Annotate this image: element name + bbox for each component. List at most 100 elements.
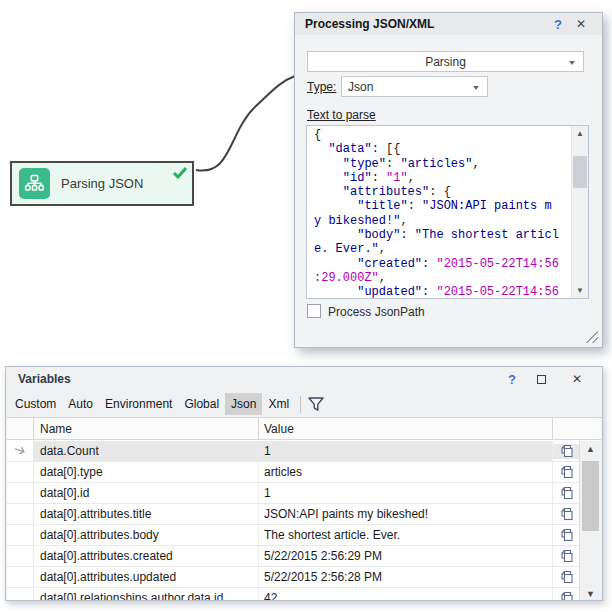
processing-json-xml-dialog: Processing JSON/XML ? ✕ Parsing Type: Js…	[294, 12, 603, 348]
copy-icon[interactable]	[553, 444, 579, 459]
row-name: data[0].type	[34, 462, 259, 482]
scroll-up-icon[interactable]: ▲	[572, 126, 588, 141]
maximize-button[interactable]	[537, 375, 546, 384]
variables-panel: Variables ? ✕ CustomAutoEnvironmentGloba…	[5, 366, 603, 601]
focused-row-arrow-icon	[12, 442, 28, 460]
type-dropdown-value: Json	[348, 80, 373, 94]
code-line: "data": [{	[314, 142, 569, 156]
code-line: "type": "articles",	[314, 157, 569, 171]
dialog-titlebar: Processing JSON/XML ? ✕	[295, 13, 602, 35]
row-value: 5/22/2015 2:56:28 PM	[259, 567, 553, 587]
tab-custom[interactable]: Custom	[9, 393, 62, 415]
table-row[interactable]: data[0].typearticles	[7, 462, 603, 483]
row-indicator	[7, 483, 34, 503]
table-row[interactable]: data[0].attributes.bodyThe shortest arti…	[7, 525, 603, 546]
text-to-parse-input[interactable]: { "data": [{ "type": "articles", "id": "…	[306, 125, 589, 299]
dialog-title: Processing JSON/XML	[305, 17, 554, 31]
copy-icon[interactable]	[553, 507, 579, 522]
row-indicator	[7, 546, 34, 566]
scrollbar-thumb[interactable]	[573, 156, 587, 188]
scroll-down-icon[interactable]: ▼	[572, 283, 588, 298]
action-dropdown-value: Parsing	[425, 55, 466, 69]
text-to-parse-label: Text to parse	[307, 108, 376, 122]
row-name: data[0].attributes.body	[34, 525, 259, 545]
close-button[interactable]: ✕	[576, 17, 586, 31]
table-row[interactable]: data.Count1	[7, 441, 603, 462]
table-row[interactable]: data[0].attributes.titleJSON:API paints …	[7, 504, 603, 525]
grid-rows: data.Count1data[0].typearticlesdata[0].i…	[7, 441, 603, 600]
resize-grip[interactable]	[585, 330, 598, 343]
json-code: { "data": [{ "type": "articles", "id": "…	[314, 128, 569, 299]
type-label: Type:	[307, 80, 336, 94]
column-header-name[interactable]: Name	[34, 418, 259, 439]
copy-icon[interactable]	[553, 570, 579, 585]
table-row[interactable]: data[0].attributes.updated5/22/2015 2:56…	[7, 567, 603, 588]
scroll-down-icon[interactable]: ▼	[580, 587, 601, 601]
variables-title: Variables	[18, 372, 508, 386]
process-jsonpath-checkbox[interactable]	[307, 304, 321, 318]
tab-environment[interactable]: Environment	[99, 393, 178, 415]
code-line: "attributes": {	[314, 185, 569, 199]
row-value: JSON:API paints my bikeshed!	[259, 504, 553, 524]
row-value: 1	[259, 441, 553, 461]
filter-funnel-icon[interactable]	[308, 397, 324, 412]
code-line: "created": "2015-05-22T14:56	[314, 257, 569, 271]
tab-auto[interactable]: Auto	[62, 393, 99, 415]
column-header-value[interactable]: Value	[259, 418, 553, 439]
grid-header: Name Value	[7, 418, 603, 440]
variables-titlebar: Variables ? ✕	[6, 367, 602, 391]
copy-icon[interactable]	[553, 465, 579, 480]
row-value: The shortest article. Ever.	[259, 525, 553, 545]
code-line: y bikeshed!",	[314, 214, 569, 228]
tab-xml[interactable]: Xml	[262, 393, 295, 415]
table-row[interactable]: data[0].attributes.created5/22/2015 2:56…	[7, 546, 603, 567]
row-value: 42	[259, 588, 553, 601]
row-name: data.Count	[34, 441, 259, 461]
row-indicator-header	[7, 418, 34, 439]
row-name: data[0].attributes.created	[34, 546, 259, 566]
copy-icon[interactable]	[553, 549, 579, 564]
grid-edge-strip	[601, 418, 603, 600]
node-label: Parsing JSON	[61, 176, 143, 191]
variables-tabs: CustomAutoEnvironmentGlobalJsonXml	[6, 391, 602, 417]
row-value: 5/22/2015 2:56:29 PM	[259, 546, 553, 566]
sitemap-icon	[19, 168, 50, 199]
tab-json[interactable]: Json	[225, 393, 262, 415]
code-line: e. Ever.",	[314, 242, 569, 256]
variables-grid: Name Value data.Count1data[0].typearticl…	[7, 417, 603, 600]
table-row[interactable]: data[0].id1	[7, 483, 603, 504]
row-value: 1	[259, 483, 553, 503]
row-name: data[0].relationships.author.data.id	[34, 588, 259, 601]
code-line: "id": "1",	[314, 171, 569, 185]
tab-separator	[300, 396, 301, 413]
row-value: articles	[259, 462, 553, 482]
scrollbar-thumb[interactable]	[582, 461, 599, 531]
row-indicator	[7, 462, 34, 482]
textarea-scrollbar[interactable]: ▲ ▼	[571, 126, 588, 298]
process-jsonpath-label: Process JsonPath	[328, 305, 425, 319]
scroll-up-icon[interactable]: ▲	[580, 442, 601, 457]
copy-icon[interactable]	[553, 528, 579, 543]
help-button[interactable]: ?	[554, 17, 562, 32]
row-indicator	[7, 588, 34, 601]
help-button[interactable]: ?	[508, 372, 516, 387]
close-button[interactable]: ✕	[572, 372, 582, 386]
type-dropdown[interactable]: Json	[341, 76, 488, 97]
copy-icon[interactable]	[553, 486, 579, 501]
chevron-down-icon	[569, 61, 575, 65]
row-name: data[0].id	[34, 483, 259, 503]
code-line: :29.000Z",	[314, 271, 569, 285]
code-line: "title": "JSON:API paints m	[314, 199, 569, 213]
success-check-icon	[173, 167, 187, 179]
row-indicator	[7, 504, 34, 524]
row-indicator	[7, 525, 34, 545]
row-name: data[0].attributes.title	[34, 504, 259, 524]
tab-global[interactable]: Global	[178, 393, 225, 415]
row-indicator	[7, 567, 34, 587]
copy-icon[interactable]	[553, 591, 579, 602]
workflow-node-parsing-json[interactable]: Parsing JSON	[10, 161, 194, 206]
code-line: "body": "The shortest articl	[314, 228, 569, 242]
grid-scrollbar[interactable]: ▲ ▼	[579, 441, 601, 600]
action-dropdown[interactable]: Parsing	[307, 51, 584, 72]
table-row[interactable]: data[0].relationships.author.data.id42	[7, 588, 603, 601]
